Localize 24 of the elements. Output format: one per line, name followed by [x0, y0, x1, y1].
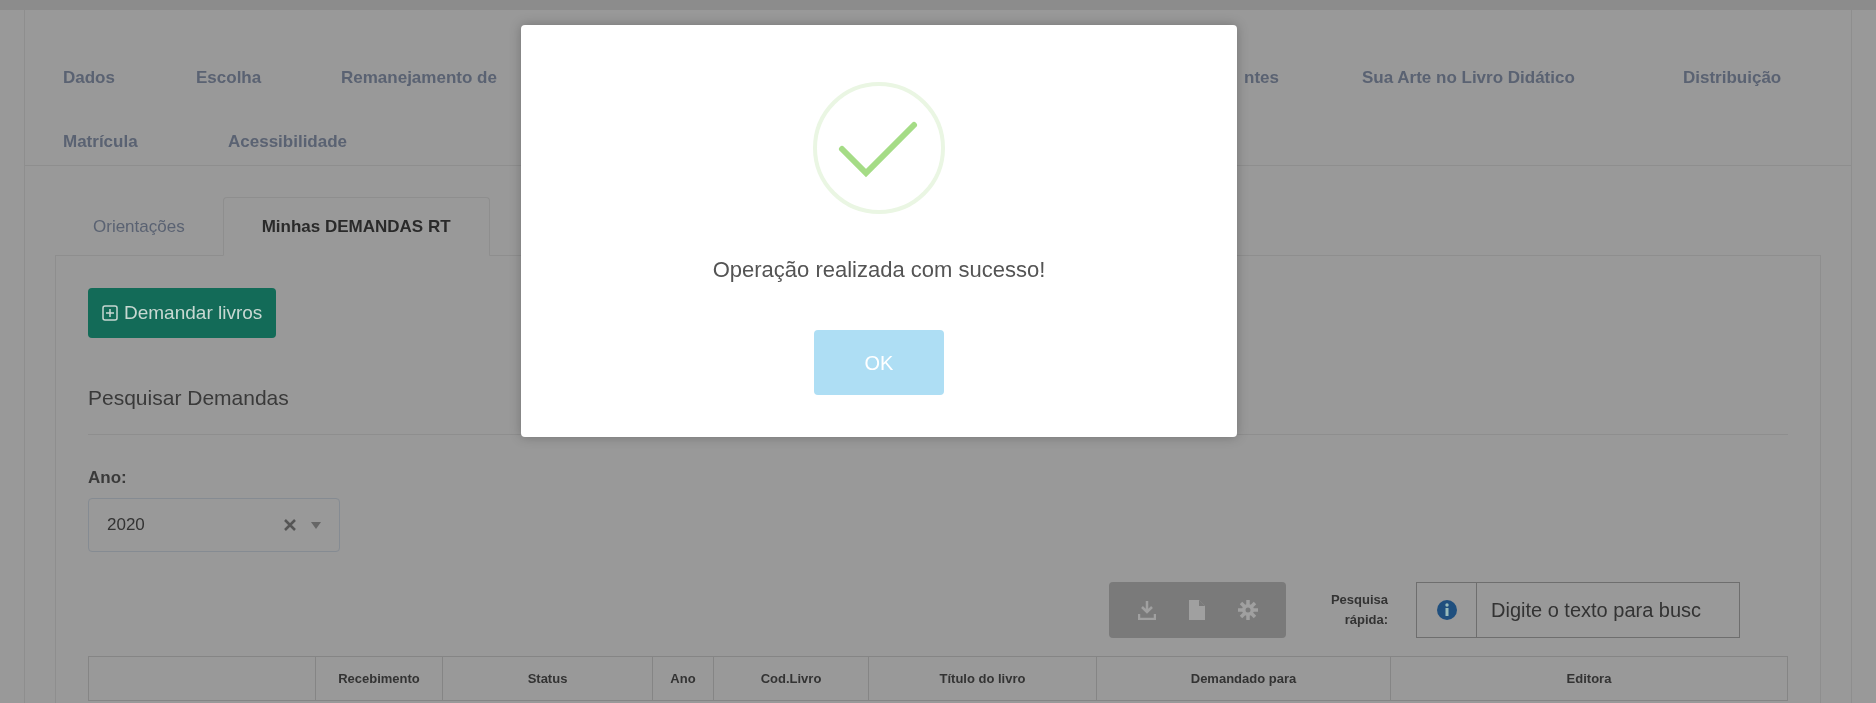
download-icon[interactable] — [1137, 600, 1156, 620]
success-check-icon — [812, 81, 946, 215]
column-header[interactable]: Editora — [1566, 668, 1612, 689]
column-header[interactable]: Título do livro — [939, 668, 1026, 689]
settings-icon[interactable] — [1237, 600, 1258, 620]
column-header[interactable]: Ano — [670, 668, 696, 689]
info-addon[interactable] — [1416, 582, 1477, 638]
column-header[interactable]: Demandado para — [1190, 668, 1297, 689]
document-icon[interactable] — [1188, 600, 1205, 620]
success-message: Operação realizada com sucesso! — [712, 256, 1046, 284]
year-select[interactable]: 2020 — [88, 498, 340, 552]
search-input[interactable]: Digite o texto para busc — [1477, 582, 1740, 638]
column-header[interactable]: Cod.Livro — [760, 668, 822, 689]
clear-icon[interactable] — [283, 518, 297, 532]
info-icon[interactable] — [1436, 600, 1457, 620]
caret-icon[interactable] — [311, 521, 321, 529]
quick-search-label: Pesquisa rápida: — [1329, 591, 1388, 629]
demand-books-button[interactable]: Demandar livros — [88, 288, 277, 338]
plus-square-icon — [102, 305, 118, 321]
column-header[interactable]: Recebimento — [338, 668, 420, 689]
section-title: Pesquisar Demandas — [88, 386, 289, 409]
sub-tab[interactable]: Minhas DEMANDAS RT — [222, 197, 490, 256]
year-label: Ano: — [88, 466, 128, 489]
column-header[interactable]: Status — [527, 668, 568, 689]
